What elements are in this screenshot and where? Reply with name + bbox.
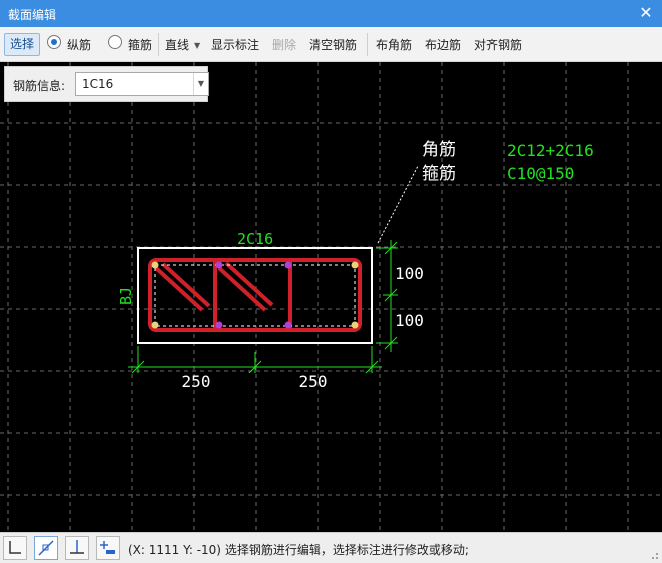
delete-button[interactable]: 删除 (272, 35, 296, 55)
resize-grip-icon[interactable] (649, 550, 659, 560)
drawing-canvas[interactable]: 角筋 箍筋 2C12+2C16 C10@150 2C16 BJ 250 250 (0, 62, 662, 532)
stirrup-label[interactable]: 箍筋 (128, 35, 152, 55)
ortho-icon (9, 541, 21, 554)
side-label[interactable]: BJ (117, 287, 135, 305)
section-drawing[interactable]: 角筋 箍筋 2C12+2C16 C10@150 2C16 BJ 250 250 (0, 62, 662, 532)
dim-width-right[interactable]: 250 (299, 372, 328, 391)
edge-rebar-button[interactable]: 布边筋 (425, 35, 461, 55)
perpendicular-icon (70, 540, 84, 554)
line-mode-label: 直线 (165, 38, 190, 52)
corner-rebar[interactable] (351, 321, 359, 329)
stirrup-radio[interactable] (108, 35, 122, 49)
dim-height-top[interactable]: 100 (395, 264, 424, 283)
title-bar: 截面编辑 ✕ (0, 0, 662, 27)
dim-width-left[interactable]: 250 (182, 372, 211, 391)
add-snap-icon (100, 541, 115, 554)
ortho-mode-button[interactable] (3, 536, 27, 560)
edge-rebar[interactable] (284, 321, 292, 329)
corner-rebar-button[interactable]: 布角筋 (376, 35, 412, 55)
chevron-down-icon[interactable]: ▼ (193, 73, 208, 95)
main-rebar-spec[interactable]: 2C12+2C16 (507, 141, 594, 160)
status-bar: (X: 1111 Y: -10) 选择钢筋进行编辑，选择标注进行修改或移动; (0, 532, 662, 563)
toolbar-separator (158, 33, 159, 56)
annotation-corner-rebar[interactable]: 角筋 (422, 140, 456, 160)
cursor-coordinates: (X: 1111 Y: -10) (128, 543, 221, 557)
status-text: (X: 1111 Y: -10) 选择钢筋进行编辑，选择标注进行修改或移动; (128, 541, 469, 558)
rebar-info-value: 1C16 (82, 77, 114, 91)
corner-rebar[interactable] (351, 261, 359, 269)
corner-rebar[interactable] (151, 261, 159, 269)
stirrup-spec[interactable]: C10@150 (507, 164, 574, 183)
show-dims-button[interactable]: 显示标注 (211, 35, 259, 55)
line-mode-dropdown[interactable]: 直线 ▼ (165, 35, 200, 55)
chevron-down-icon: ▼ (194, 40, 201, 50)
close-icon[interactable]: ✕ (636, 3, 656, 23)
grid (0, 62, 662, 532)
status-message: 选择钢筋进行编辑，选择标注进行修改或移动; (224, 543, 469, 557)
rebar-info-select[interactable]: 1C16 ▼ (75, 72, 209, 96)
snap-add-button[interactable] (96, 536, 120, 560)
toolbar: 选择 纵筋 箍筋 直线 ▼ 显示标注 删除 清空钢筋 布角筋 布边筋 对齐钢筋 (0, 27, 662, 62)
dim-height-bottom[interactable]: 100 (395, 311, 424, 330)
top-rebar-label[interactable]: 2C16 (237, 230, 273, 248)
corner-rebar[interactable] (151, 321, 159, 329)
longitudinal-radio[interactable] (47, 35, 61, 49)
annotation-leader[interactable] (377, 165, 419, 244)
horizontal-dimension[interactable] (128, 346, 382, 374)
snap-endpoint-button[interactable] (34, 536, 58, 560)
select-button[interactable]: 选择 (4, 33, 40, 56)
edge-rebar[interactable] (284, 261, 292, 269)
edge-rebar[interactable] (215, 261, 223, 269)
endpoint-snap-icon (38, 540, 54, 556)
annotation-stirrup[interactable]: 箍筋 (422, 164, 456, 184)
rebar-info-label: 钢筋信息: (13, 79, 66, 93)
longitudinal-label[interactable]: 纵筋 (67, 35, 91, 55)
snap-perpendicular-button[interactable] (65, 536, 89, 560)
rebar-bars[interactable] (151, 261, 359, 329)
toolbar-separator (367, 33, 368, 56)
window-title: 截面编辑 (8, 8, 57, 22)
edge-rebar[interactable] (215, 321, 223, 329)
rebar-info-panel: 钢筋信息: 1C16 ▼ (4, 66, 209, 102)
stirrup-cage[interactable] (148, 258, 362, 332)
clear-rebar-button[interactable]: 清空钢筋 (309, 35, 357, 55)
align-rebar-button[interactable]: 对齐钢筋 (474, 35, 522, 55)
vertical-dimension[interactable] (376, 240, 398, 352)
